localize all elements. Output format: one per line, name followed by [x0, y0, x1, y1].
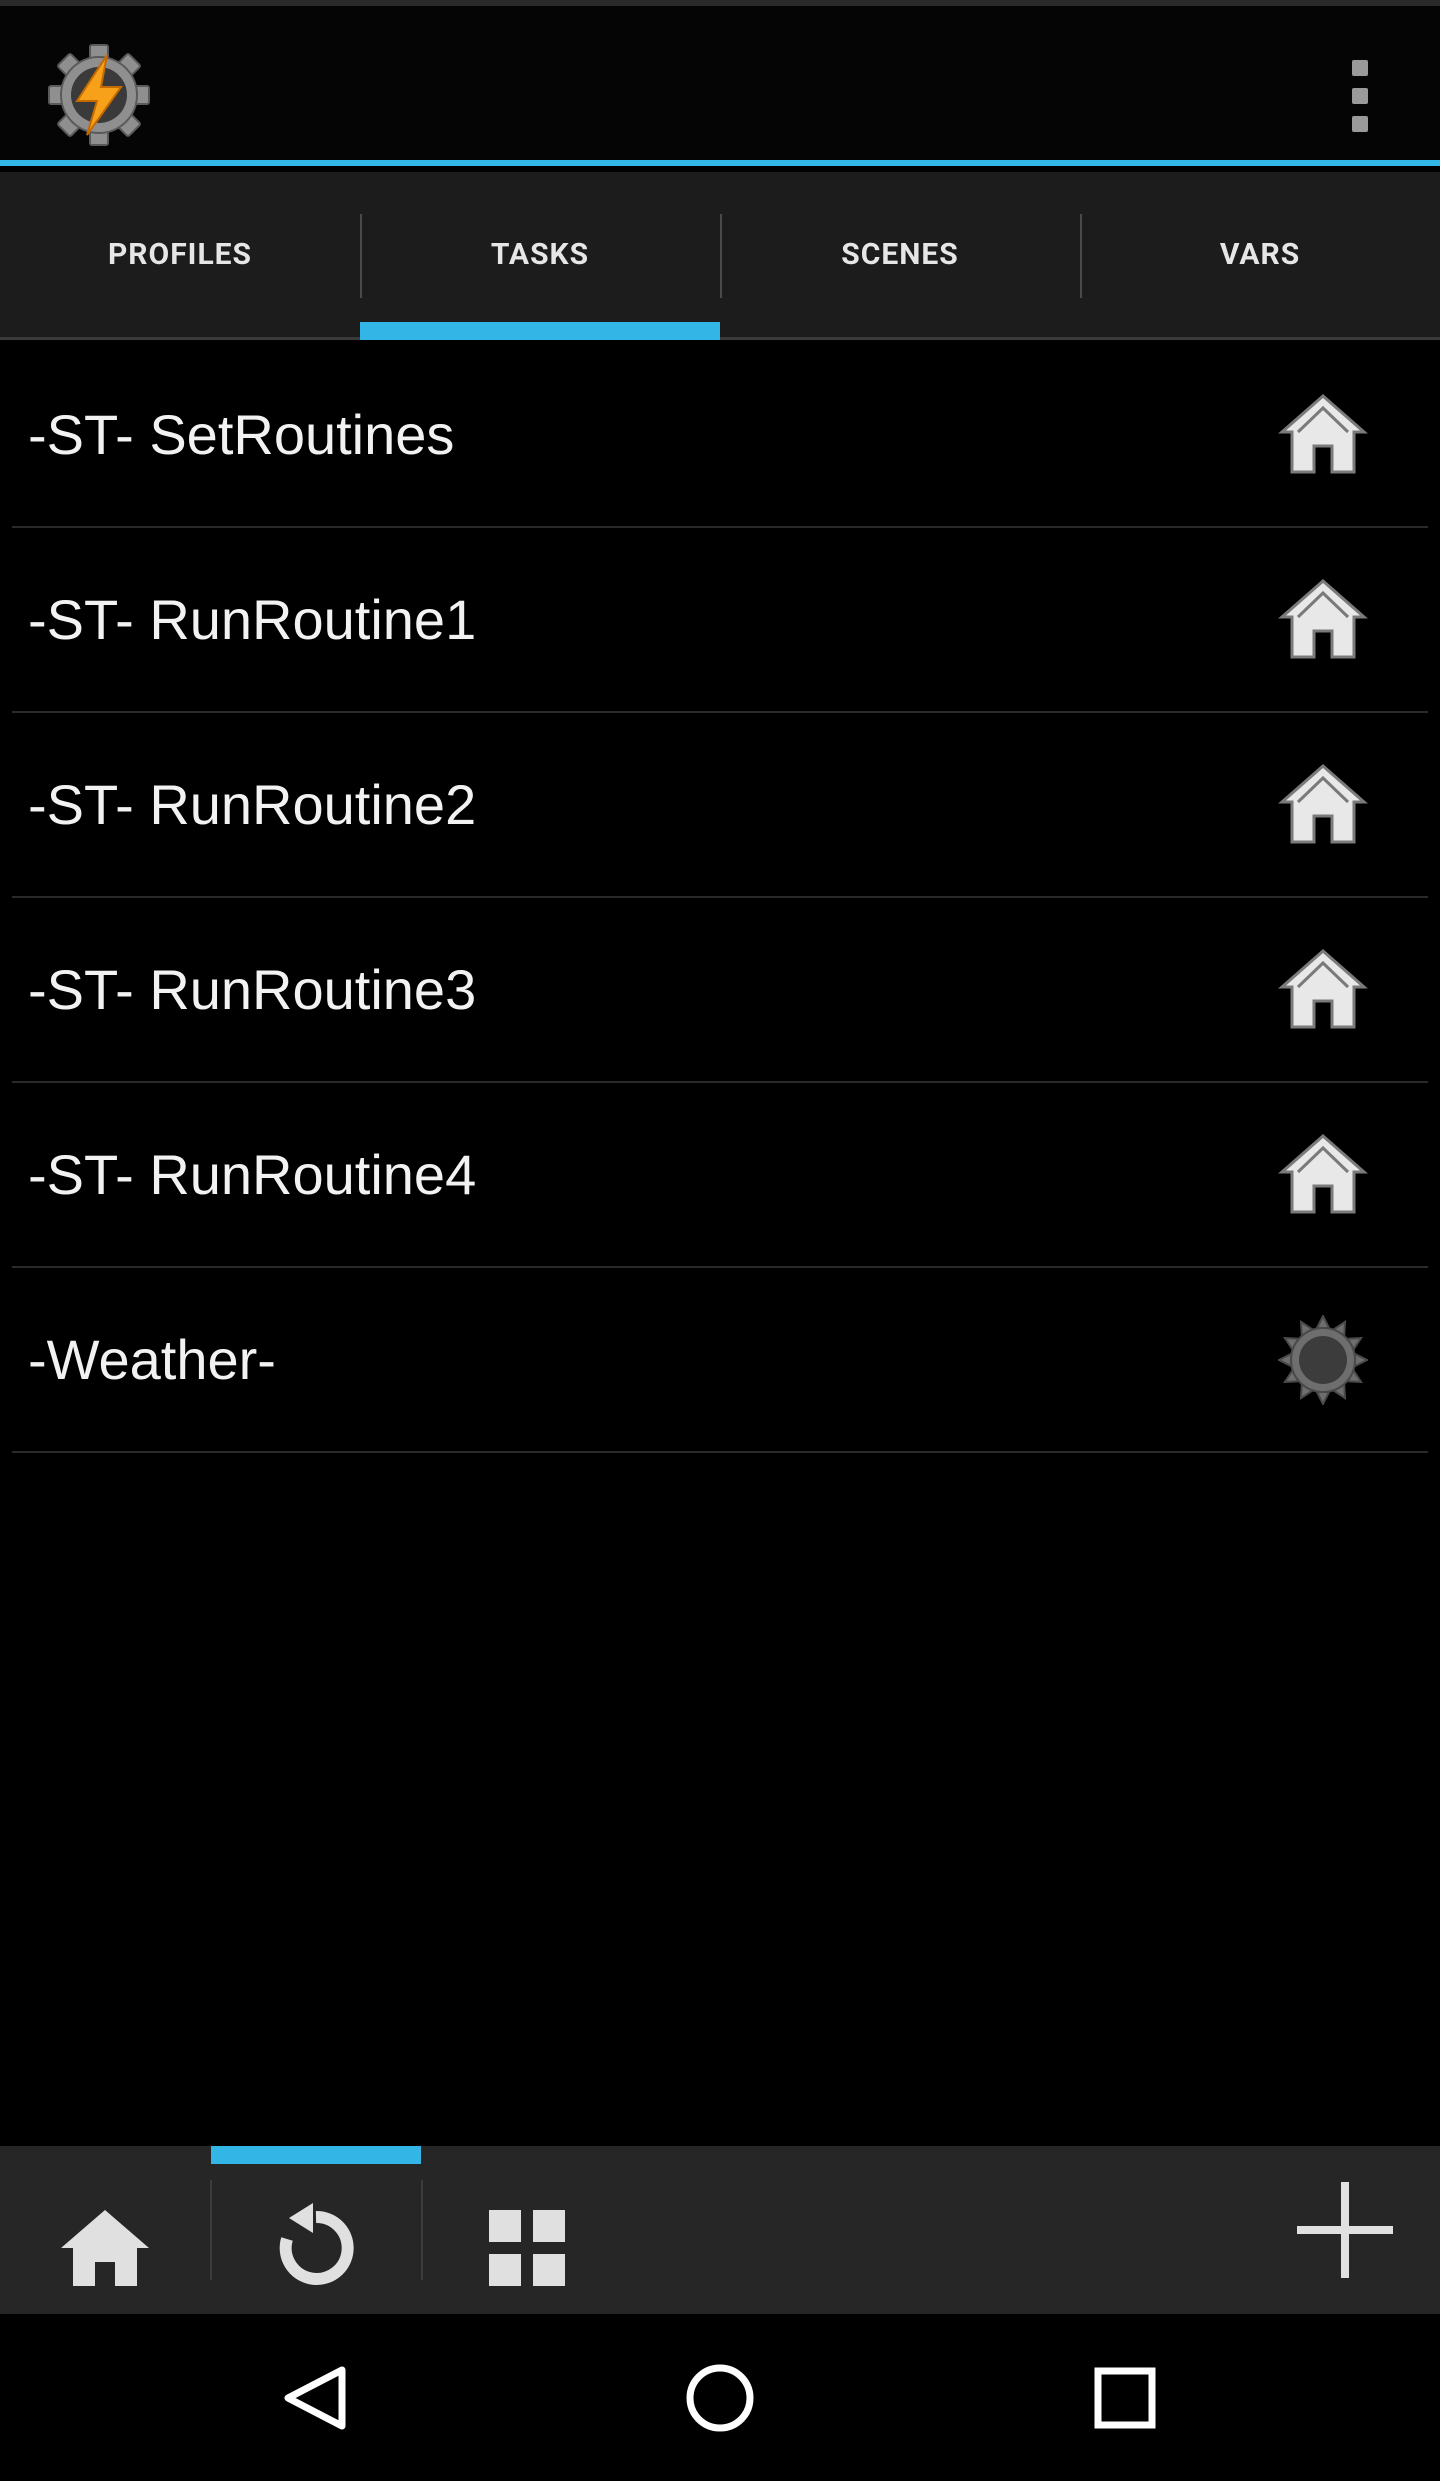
home-icon [1278, 393, 1368, 473]
back-button[interactable] [216, 2314, 416, 2481]
home-icon [61, 2210, 149, 2286]
refresh-icon [279, 2203, 354, 2285]
home-nav-button[interactable] [620, 2314, 820, 2481]
task-name: -Weather- [28, 1328, 276, 1391]
task-name: -ST- RunRoutine2 [28, 773, 477, 836]
tab-scenes[interactable]: SCENES [720, 172, 1080, 337]
list-item[interactable]: -ST- RunRoutine4 [12, 1083, 1428, 1268]
home-button[interactable] [0, 2146, 210, 2314]
list-item[interactable]: -ST- SetRoutines [12, 343, 1428, 528]
task-name: -ST- SetRoutines [28, 403, 455, 466]
task-name: -ST- RunRoutine1 [28, 588, 477, 651]
home-icon [1278, 578, 1368, 658]
list-item[interactable]: -Weather- [12, 1268, 1428, 1453]
back-icon [284, 2366, 346, 2429]
tab-tasks[interactable]: TASKS [360, 172, 720, 340]
tab-bar: PROFILES TASKS SCENES VARS [0, 172, 1440, 340]
task-name: -ST- RunRoutine4 [28, 1143, 477, 1206]
grid-icon [489, 2210, 565, 2286]
home-icon [1278, 948, 1368, 1028]
home-icon [1278, 1133, 1368, 1213]
tab-label: SCENES [841, 237, 959, 272]
tab-label: PROFILES [107, 237, 253, 272]
tab-profiles[interactable]: PROFILES [0, 172, 360, 337]
bottom-toolbar [0, 2146, 1440, 2314]
task-name: -ST- RunRoutine3 [28, 958, 477, 1021]
recents-icon [1094, 2367, 1156, 2428]
tab-label: TASKS [490, 237, 590, 272]
system-nav-bar [0, 2314, 1440, 2481]
more-vert-icon[interactable] [1320, 51, 1400, 141]
action-bar-accent-line [0, 160, 1440, 166]
task-list: -ST- SetRoutines -ST- RunRoutine1 -ST- R… [0, 343, 1440, 1453]
tab-label: VARS [1219, 237, 1301, 272]
home-icon [1278, 763, 1368, 843]
add-button[interactable] [1250, 2146, 1440, 2314]
app-logo-icon[interactable] [44, 40, 154, 150]
list-item[interactable]: -ST- RunRoutine2 [12, 713, 1428, 898]
list-item[interactable]: -ST- RunRoutine1 [12, 528, 1428, 713]
action-bar [0, 0, 1440, 166]
tab-vars[interactable]: VARS [1080, 172, 1440, 337]
recents-button[interactable] [1025, 2314, 1225, 2481]
sun-gear-icon [1278, 1314, 1368, 1405]
tab-selected-indicator [360, 322, 720, 340]
grid-button[interactable] [422, 2146, 632, 2314]
home-circle-icon [686, 2364, 754, 2431]
add-icon [1297, 2182, 1393, 2278]
list-item[interactable]: -ST- RunRoutine3 [12, 898, 1428, 1083]
refresh-button[interactable] [211, 2146, 421, 2314]
